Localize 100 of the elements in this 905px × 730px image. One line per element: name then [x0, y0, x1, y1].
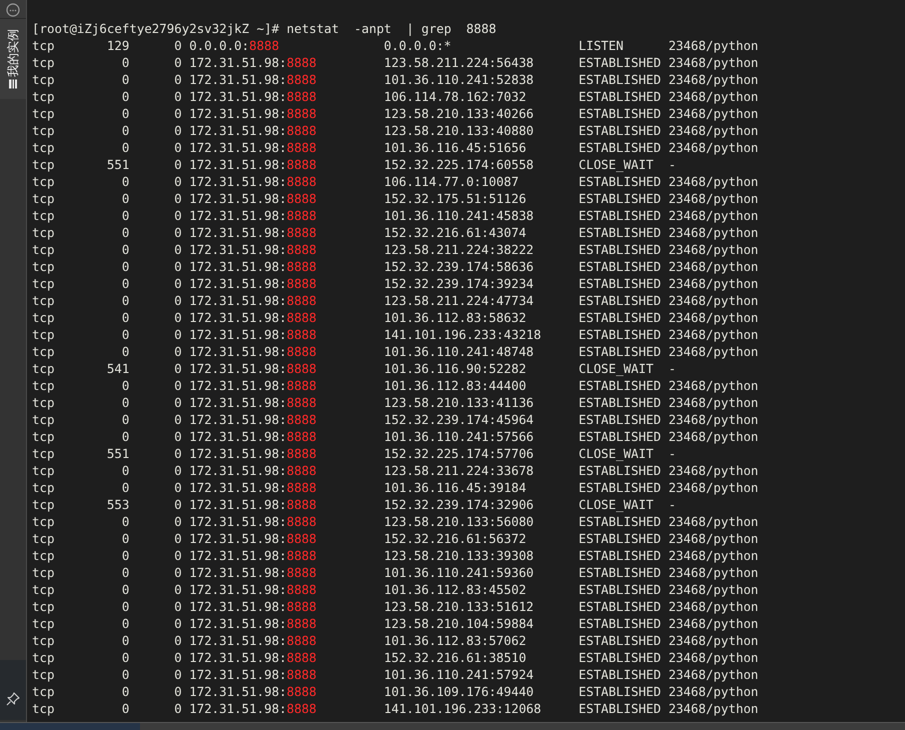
foreign-address-cell: 152.32.225.174:60558 [384, 157, 534, 172]
send-queue-cell: 0 [174, 616, 182, 631]
pid-program-cell: 23468/python [668, 55, 758, 70]
state-cell: ESTABLISHED [578, 208, 661, 223]
recv-queue-cell: 0 [122, 208, 130, 223]
foreign-address-cell: 152.32.239.174:32906 [384, 497, 534, 512]
proto-cell: tcp [32, 480, 54, 495]
send-queue-cell: 0 [174, 497, 182, 512]
state-cell: ESTABLISHED [578, 684, 661, 699]
send-queue-cell: 0 [174, 157, 182, 172]
recv-queue-cell: 0 [122, 412, 130, 427]
proto-cell: tcp [32, 599, 54, 614]
local-address-cell: 172.31.51.98:8888 [189, 616, 317, 631]
proto-cell: tcp [32, 633, 54, 648]
recv-queue-cell: 0 [122, 599, 130, 614]
proto-cell: tcp [32, 582, 54, 597]
send-queue-cell: 0 [174, 650, 182, 665]
state-cell: ESTABLISHED [578, 429, 661, 444]
local-address-cell: 172.31.51.98:8888 [189, 429, 317, 444]
foreign-address-cell: 123.58.210.133:41136 [384, 395, 534, 410]
local-address-cell: 172.31.51.98:8888 [189, 140, 317, 155]
sidebar-tab[interactable]: 我的实例 [0, 19, 26, 99]
local-address-cell: 172.31.51.98:8888 [189, 89, 317, 104]
foreign-address-cell: 152.32.216.61:43074 [384, 225, 526, 240]
local-address-cell: 172.31.51.98:8888 [189, 259, 317, 274]
pid-program-cell: - [668, 157, 676, 172]
recv-queue-cell: 0 [122, 463, 130, 478]
state-cell: ESTABLISHED [578, 259, 661, 274]
proto-cell: tcp [32, 242, 54, 257]
foreign-address-cell: 152.32.175.51:51126 [384, 191, 526, 206]
pid-program-cell: 23468/python [668, 140, 758, 155]
foreign-address-cell: 123.58.211.224:38222 [384, 242, 534, 257]
send-queue-cell: 0 [174, 395, 182, 410]
foreign-address-cell: 152.32.239.174:58636 [384, 259, 534, 274]
local-address-cell: 172.31.51.98:8888 [189, 191, 317, 206]
recv-queue-cell: 0 [122, 480, 130, 495]
recv-queue-cell: 0 [122, 72, 130, 87]
foreign-address-cell: 123.58.210.133:40266 [384, 106, 534, 121]
proto-cell: tcp [32, 157, 54, 172]
local-address-cell: 172.31.51.98:8888 [189, 599, 317, 614]
send-queue-cell: 0 [174, 582, 182, 597]
pid-program-cell: 23468/python [668, 191, 758, 206]
local-address-cell: 172.31.51.98:8888 [189, 701, 317, 716]
local-address-cell: 172.31.51.98:8888 [189, 242, 317, 257]
state-cell: ESTABLISHED [578, 548, 661, 563]
send-queue-cell: 0 [174, 463, 182, 478]
proto-cell: tcp [32, 667, 54, 682]
send-queue-cell: 0 [174, 429, 182, 444]
pid-program-cell: 23468/python [668, 174, 758, 189]
pid-program-cell: 23468/python [668, 531, 758, 546]
state-cell: ESTABLISHED [578, 174, 661, 189]
state-cell: ESTABLISHED [578, 480, 661, 495]
local-address-cell: 172.31.51.98:8888 [189, 344, 317, 359]
pid-program-cell: 23468/python [668, 38, 758, 53]
foreign-address-cell: 152.32.216.61:38510 [384, 650, 526, 665]
local-address-cell: 172.31.51.98:8888 [189, 327, 317, 342]
foreign-address-cell: 152.32.239.174:39234 [384, 276, 534, 291]
pid-program-cell: 23468/python [668, 259, 758, 274]
state-cell: ESTABLISHED [578, 599, 661, 614]
pid-program-cell: 23468/python [668, 378, 758, 393]
recv-queue-cell: 0 [122, 225, 130, 240]
state-cell: ESTABLISHED [578, 72, 661, 87]
pid-program-cell: 23468/python [668, 344, 758, 359]
foreign-address-cell: 152.32.216.61:56372 [384, 531, 526, 546]
send-queue-cell: 0 [174, 276, 182, 291]
send-queue-cell: 0 [174, 701, 182, 716]
state-cell: CLOSE_WAIT [578, 446, 654, 461]
state-cell: ESTABLISHED [578, 106, 661, 121]
send-queue-cell: 0 [174, 327, 182, 342]
recv-queue-cell: 0 [122, 582, 130, 597]
proto-cell: tcp [32, 650, 54, 665]
send-queue-cell: 0 [174, 667, 182, 682]
foreign-address-cell: 123.58.210.133:51612 [384, 599, 534, 614]
pid-program-cell: 23468/python [668, 667, 758, 682]
state-cell: ESTABLISHED [578, 89, 661, 104]
local-address-cell: 172.31.51.98:8888 [189, 293, 317, 308]
recv-queue-cell: 0 [122, 259, 130, 274]
pid-program-cell: 23468/python [668, 72, 758, 87]
local-address-cell: 172.31.51.98:8888 [189, 565, 317, 580]
recv-queue-cell: 0 [122, 616, 130, 631]
recv-queue-cell: 0 [122, 395, 130, 410]
list-icon [8, 79, 18, 89]
pin-icon[interactable] [6, 692, 20, 706]
state-cell: ESTABLISHED [578, 412, 661, 427]
proto-cell: tcp [32, 565, 54, 580]
pid-program-cell: 23468/python [668, 548, 758, 563]
send-queue-cell: 0 [174, 174, 182, 189]
recv-queue-cell: 0 [122, 378, 130, 393]
pid-program-cell: 23468/python [668, 310, 758, 325]
proto-cell: tcp [32, 276, 54, 291]
state-cell: ESTABLISHED [578, 582, 661, 597]
state-cell: ESTABLISHED [578, 191, 661, 206]
local-address-cell: 172.31.51.98:8888 [189, 667, 317, 682]
recv-queue-cell: 0 [122, 140, 130, 155]
local-address-cell: 172.31.51.98:8888 [189, 361, 317, 376]
pid-program-cell: 23468/python [668, 480, 758, 495]
local-address-cell: 172.31.51.98:8888 [189, 548, 317, 563]
proto-cell: tcp [32, 225, 54, 240]
foreign-address-cell: 123.58.210.133:56080 [384, 514, 534, 529]
foreign-address-cell: 101.36.116.45:39184 [384, 480, 526, 495]
